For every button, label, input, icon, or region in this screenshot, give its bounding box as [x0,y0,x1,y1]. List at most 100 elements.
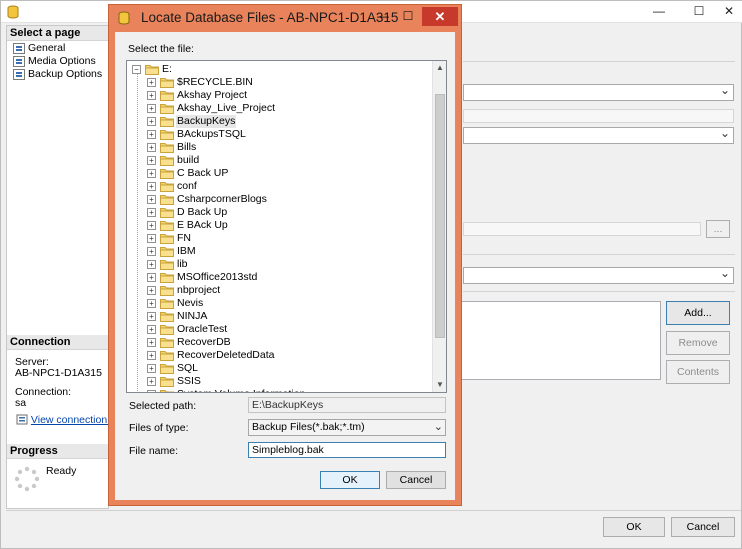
section-divider [463,291,735,292]
tree-folder-row[interactable]: + BAckupsTSQL [127,128,427,141]
expand-icon[interactable]: + [147,169,156,178]
tree-folder-label: CsharpcornerBlogs [177,193,267,205]
add-button[interactable]: Add... [666,301,730,325]
folder-icon [160,259,174,270]
tree-folder-row[interactable]: + Akshay Project [127,89,427,102]
expand-icon[interactable]: + [147,208,156,217]
tree-scrollbar[interactable]: ▲ ▼ [432,61,446,392]
expand-icon[interactable]: + [147,260,156,269]
tree-folder-row[interactable]: + D Back Up [127,206,427,219]
expand-icon[interactable]: + [147,104,156,113]
database-combo[interactable] [463,83,734,101]
tree-folder-label: Akshay_Live_Project [177,102,276,114]
dialog-close-button[interactable]: ✕ [422,7,458,26]
expand-icon[interactable]: + [147,221,156,230]
tree-root-row[interactable]: − E: [127,63,427,76]
folder-icon [160,233,174,244]
dialog-maximize-button[interactable]: ☐ [396,9,420,25]
chevron-down-icon: ⌄ [433,421,443,433]
expand-icon[interactable]: + [147,364,156,373]
tree-folder-row[interactable]: + SSIS [127,375,427,388]
tree-folder-row[interactable]: + BackupKeys [127,115,427,128]
scroll-up-arrow[interactable]: ▲ [433,61,446,75]
files-of-type-select[interactable]: Backup Files(*.bak;*.tm) ⌄ [248,419,446,436]
expand-icon[interactable]: + [147,91,156,100]
tree-folder-label: D Back Up [177,206,228,218]
expand-icon[interactable]: + [147,325,156,334]
expand-icon[interactable]: + [147,156,156,165]
expand-icon[interactable]: + [147,182,156,191]
select-file-label: Select the file: [128,43,194,55]
expand-icon[interactable]: + [147,299,156,308]
tree-folder-label: BackupKeys [176,115,237,128]
tree-folder-row[interactable]: + Nevis [127,297,427,310]
window-cancel-button[interactable]: Cancel [671,517,735,537]
expand-icon[interactable]: + [147,117,156,126]
progress-spinner-icon [14,466,40,492]
expand-icon[interactable]: + [147,247,156,256]
connection-header: Connection [7,335,108,350]
collapse-icon[interactable]: − [132,65,141,74]
backup-type-combo[interactable] [463,126,734,144]
browse-button[interactable]: ... [706,220,730,238]
tree-folder-row[interactable]: + NINJA [127,310,427,323]
file-name-input[interactable]: Simpleblog.bak [248,442,446,458]
tree-folder-row[interactable]: + MSOffice2013std [127,271,427,284]
background-minimize-button[interactable]: — [647,3,671,19]
folder-icon [160,181,174,192]
folder-tree[interactable]: − E: + $RECYCLE.BIN + Akshay Project + Akshay_L… [126,60,447,393]
tree-folder-label: conf [177,180,197,192]
tree-folder-row[interactable]: + lib [127,258,427,271]
tree-folder-row[interactable]: + RecoverDB [127,336,427,349]
tree-folder-row[interactable]: + nbproject [127,284,427,297]
expand-icon[interactable]: + [147,286,156,295]
destination-listbox[interactable] [459,301,661,380]
tree-folder-row[interactable]: + conf [127,180,427,193]
backup-field [463,109,734,123]
background-maximize-button[interactable]: ☐ [687,3,711,19]
expand-icon[interactable]: + [147,338,156,347]
tree-folder-row[interactable]: + E BAck Up [127,219,427,232]
folder-icon [160,324,174,335]
page-item-media-options[interactable]: Media Options [12,55,96,68]
connection-properties-icon [16,414,28,425]
page-icon [13,43,25,54]
expand-icon[interactable]: + [147,390,156,392]
expand-icon[interactable]: + [147,195,156,204]
background-close-button[interactable]: ✕ [717,3,741,19]
tree-folder-row[interactable]: + Akshay_Live_Project [127,102,427,115]
page-item-backup-options[interactable]: Backup Options [12,68,102,81]
expand-icon[interactable]: + [147,312,156,321]
tree-folder-row[interactable]: + RecoverDeletedData [127,349,427,362]
tree-folder-row[interactable]: + OracleTest [127,323,427,336]
ok-button[interactable]: OK [320,471,380,489]
expand-icon[interactable]: + [147,234,156,243]
scroll-down-arrow[interactable]: ▼ [433,378,446,392]
expand-icon[interactable]: + [147,351,156,360]
cancel-button[interactable]: Cancel [386,471,446,489]
destination-combo[interactable] [463,266,734,284]
tree-folder-row[interactable]: + FN [127,232,427,245]
tree-folder-row[interactable]: + IBM [127,245,427,258]
expand-icon[interactable]: + [147,377,156,386]
tree-folder-row[interactable]: + Bills [127,141,427,154]
tree-folder-label: SSIS [177,375,201,387]
remove-button[interactable]: Remove [666,331,730,355]
tree-folder-row[interactable]: + C Back UP [127,167,427,180]
expand-icon[interactable]: + [147,273,156,282]
tree-folder-label: System Volume Information [176,388,306,392]
expand-icon[interactable]: + [147,130,156,139]
tree-folder-row[interactable]: + build [127,154,427,167]
tree-folder-row[interactable]: + SQL [127,362,427,375]
expand-icon[interactable]: + [147,143,156,152]
window-ok-button[interactable]: OK [603,517,665,537]
expand-icon[interactable]: + [147,78,156,87]
scroll-thumb[interactable] [435,94,445,338]
tree-folder-row[interactable]: + $RECYCLE.BIN [127,76,427,89]
page-item-general[interactable]: General [12,42,65,55]
tree-folder-row[interactable]: + System Volume Information [127,388,427,392]
tree-folder-row[interactable]: + CsharpcornerBlogs [127,193,427,206]
contents-button[interactable]: Contents [666,360,730,384]
folder-icon [160,337,174,348]
dialog-minimize-button[interactable]: — [371,9,395,25]
